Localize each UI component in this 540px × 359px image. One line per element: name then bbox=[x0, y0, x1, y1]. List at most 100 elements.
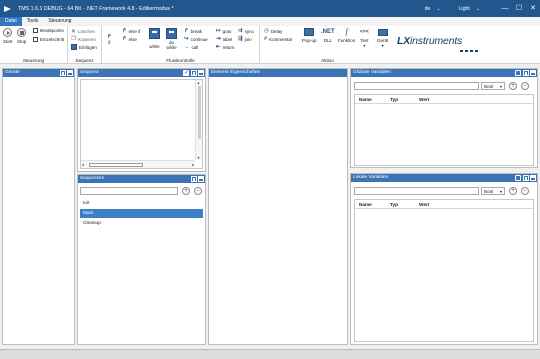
funktion-button[interactable]: f Funktion bbox=[338, 27, 355, 43]
clock-icon: ◷ bbox=[264, 28, 269, 34]
column-wert[interactable]: Wert bbox=[419, 95, 429, 104]
join-button[interactable]: ⇶ join bbox=[238, 36, 252, 42]
theme-select[interactable]: Light ⌄ bbox=[459, 6, 480, 12]
einfuegen-label: Einfügen bbox=[79, 44, 97, 50]
sequence-list-item[interactable]: Main bbox=[80, 209, 203, 218]
pin-icon[interactable] bbox=[522, 70, 529, 76]
panel-header-lokale-variablen: Lokale Variablen bbox=[351, 174, 537, 182]
sequence-editor[interactable]: ▴ ▾ ◂ ▸ bbox=[80, 79, 203, 169]
goto-icon: ↦ bbox=[216, 28, 221, 34]
monitor-icon[interactable] bbox=[515, 70, 521, 76]
sequence-name-input[interactable] bbox=[80, 187, 178, 195]
global-variable-name-input[interactable] bbox=[354, 82, 479, 90]
local-variable-name-input[interactable] bbox=[354, 187, 479, 195]
column-name[interactable]: Name bbox=[359, 95, 372, 104]
kommentar-button[interactable]: # Kommentar bbox=[264, 36, 292, 42]
local-variable-type-select[interactable]: Bool ▾ bbox=[481, 187, 505, 195]
panel-sequenz: Sequenz ▴ ▾ ◂ ▸ bbox=[77, 68, 206, 172]
pin-icon[interactable] bbox=[59, 70, 66, 76]
horizontal-scrollbar[interactable]: ◂ ▸ bbox=[81, 160, 195, 168]
scroll-thumb[interactable] bbox=[89, 163, 143, 167]
continue-button[interactable]: ↪ continue bbox=[184, 36, 208, 42]
add-sequence-button[interactable]: + bbox=[182, 187, 190, 195]
dll-button[interactable]: .NET DLL bbox=[321, 28, 335, 43]
scroll-left-icon[interactable]: ◂ bbox=[82, 162, 84, 167]
scroll-thumb[interactable] bbox=[197, 86, 201, 139]
menu-steuerung[interactable]: Steuerung bbox=[43, 17, 76, 26]
monitor-icon[interactable] bbox=[515, 175, 521, 181]
loeschen-label: Löschen bbox=[78, 29, 96, 34]
break-button[interactable]: ↱ break bbox=[184, 28, 202, 34]
do-while-button[interactable]: do while bbox=[166, 28, 177, 50]
group-label-sequenz: Sequenz bbox=[75, 58, 94, 63]
else-button[interactable]: ↱ else bbox=[122, 36, 137, 42]
remove-sequence-button[interactable]: − bbox=[194, 187, 202, 195]
logo-dots bbox=[460, 50, 478, 52]
global-variables-table[interactable]: Name Typ Wert bbox=[354, 94, 534, 166]
checkbox-icon[interactable] bbox=[183, 69, 189, 77]
popup-label: Pop-up bbox=[302, 38, 317, 43]
pin-icon[interactable] bbox=[522, 175, 529, 181]
if-button[interactable]: ↱ if bbox=[107, 34, 112, 45]
sequence-list-item[interactable]: Cleanup bbox=[80, 219, 203, 228]
pin-icon[interactable] bbox=[190, 176, 197, 182]
vertical-scrollbar[interactable]: ▴ ▾ bbox=[195, 80, 202, 160]
goto-button[interactable]: ↦ goto bbox=[216, 28, 231, 34]
kopieren-button[interactable]: ❐ Kopieren bbox=[71, 36, 96, 42]
column-wert[interactable]: Wert bbox=[419, 200, 429, 209]
remove-local-variable-button[interactable]: − bbox=[521, 187, 529, 195]
window-icon[interactable] bbox=[530, 175, 536, 181]
einfuegen-button[interactable]: Einfügen bbox=[71, 44, 97, 50]
remove-global-variable-button[interactable]: − bbox=[521, 82, 529, 90]
scroll-down-icon[interactable]: ▾ bbox=[198, 155, 200, 160]
column-typ[interactable]: Typ bbox=[390, 200, 398, 209]
panel-title: Sequenzen bbox=[80, 176, 105, 181]
close-button[interactable]: ✕ bbox=[526, 0, 540, 17]
logo-lx-text: LX bbox=[397, 35, 411, 47]
chevron-down-icon: ▾ bbox=[363, 43, 366, 48]
label-button[interactable]: ⇥ label bbox=[216, 36, 232, 42]
einzelschritt-label: Einzelschritt bbox=[40, 37, 65, 42]
column-name[interactable]: Name bbox=[359, 200, 372, 209]
sequence-list-item[interactable]: Init bbox=[80, 199, 203, 208]
else-if-button[interactable]: ↱ else if bbox=[122, 28, 140, 34]
comment-icon: # bbox=[264, 36, 268, 42]
start-button[interactable]: Start bbox=[3, 28, 13, 44]
chevron-down-icon: ▾ bbox=[499, 189, 502, 194]
window-icon[interactable] bbox=[530, 70, 536, 76]
break-label: break bbox=[190, 28, 202, 34]
dotnet-icon: .NET bbox=[321, 29, 335, 35]
add-local-variable-button[interactable]: + bbox=[509, 187, 517, 195]
popup-button[interactable]: Pop-up bbox=[302, 28, 317, 43]
text-button[interactable]: <=< Text ▾ bbox=[360, 28, 369, 48]
return-button[interactable]: ⇤ return bbox=[216, 44, 234, 50]
column-typ[interactable]: Typ bbox=[390, 95, 398, 104]
language-select[interactable]: de ⌄ bbox=[425, 6, 441, 12]
maximize-button[interactable]: ☐ bbox=[512, 0, 526, 17]
chevron-down-icon: ⌄ bbox=[475, 5, 480, 12]
delay-button[interactable]: ◷ Delay bbox=[264, 28, 282, 34]
logo-instruments-text: instruments bbox=[410, 35, 463, 47]
geraet-button[interactable]: Gerät ▾ bbox=[377, 28, 388, 48]
window-icon[interactable] bbox=[67, 70, 73, 76]
pin-icon[interactable] bbox=[190, 70, 197, 76]
app-logo-icon[interactable] bbox=[3, 4, 13, 14]
local-variables-table[interactable]: Name Typ Wert bbox=[354, 199, 534, 342]
breakpoints-checkbox[interactable]: Breakpoints bbox=[33, 28, 64, 33]
minimize-button[interactable]: — bbox=[498, 0, 512, 17]
add-global-variable-button[interactable]: + bbox=[509, 82, 517, 90]
scroll-up-icon[interactable]: ▴ bbox=[198, 80, 200, 85]
einzelschritt-checkbox[interactable]: Einzelschritt bbox=[33, 37, 64, 42]
return-icon: ⇤ bbox=[216, 44, 221, 50]
menu-datei[interactable]: Datei bbox=[0, 17, 22, 26]
window-icon[interactable] bbox=[198, 176, 204, 182]
scroll-right-icon[interactable]: ▸ bbox=[192, 162, 194, 167]
window-icon[interactable] bbox=[198, 70, 204, 76]
loeschen-button[interactable]: ✕ Löschen bbox=[71, 28, 95, 35]
sync-button[interactable]: ⇉ sync bbox=[238, 28, 254, 34]
while-button[interactable]: while bbox=[149, 28, 160, 49]
call-button[interactable]: → call bbox=[184, 44, 198, 50]
menu-tools[interactable]: Tools bbox=[22, 17, 44, 26]
global-variable-type-select[interactable]: Bool ▾ bbox=[481, 82, 505, 90]
stop-button[interactable]: Stop bbox=[17, 28, 26, 44]
